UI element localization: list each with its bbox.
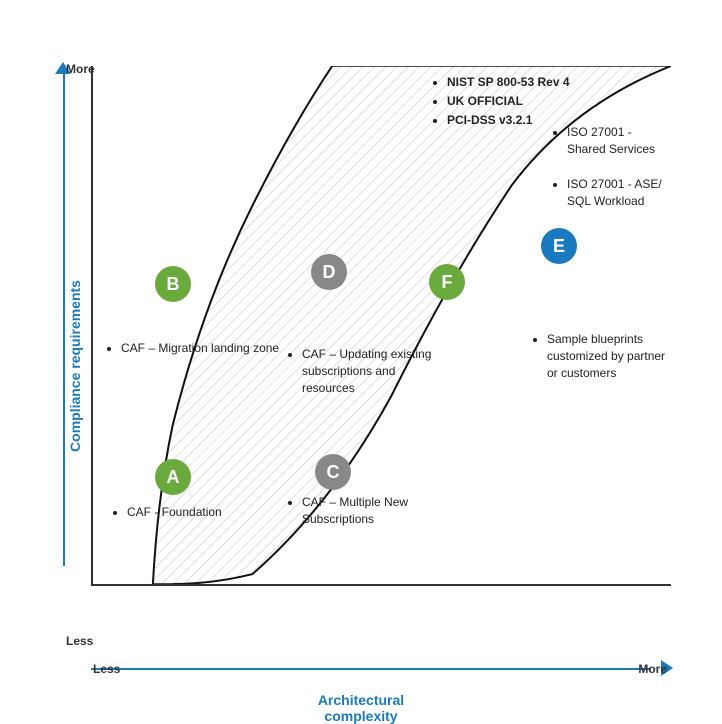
sample-blueprints-annotation: Sample blueprints customized by partner …: [533, 331, 671, 383]
iso-ase-annotation: ISO 27001 - ASE/ SQL Workload: [553, 176, 671, 212]
chart-container: Compliance requirements Architectural co…: [41, 56, 681, 676]
badge-f: F: [429, 264, 465, 300]
iso-shared-annotation: ISO 27001 - Shared Services: [553, 124, 671, 160]
caf-migration-annotation: CAF – Migration landing zone: [107, 340, 279, 359]
main-container: Compliance requirements Architectural co…: [0, 0, 722, 722]
caf-updating-annotation: CAF – Updating existing subscriptions an…: [288, 346, 448, 398]
badge-d: D: [311, 254, 347, 290]
y-axis-label: Compliance requirements: [67, 280, 83, 452]
y-axis-line: [63, 66, 65, 566]
x-axis-line: [91, 668, 651, 670]
badge-b: B: [155, 266, 191, 302]
y-less-label: Less: [66, 634, 93, 648]
caf-foundation-annotation: CAF - Foundation: [113, 504, 222, 523]
badge-a: A: [155, 459, 191, 495]
caf-multiple-annotation: CAF – Multiple New Subscriptions: [288, 494, 433, 530]
x-more-label: More: [638, 662, 667, 676]
plot-area: A B C D E F CAF - Foundat: [91, 66, 671, 586]
badge-e: E: [541, 228, 577, 264]
x-axis-label: Architectural complexity: [318, 692, 404, 724]
top-right-list-annotation: NIST SP 800-53 Rev 4 UK OFFICIAL PCI-DSS…: [433, 74, 570, 130]
badge-c: C: [315, 454, 351, 490]
x-less-label: Less: [93, 662, 120, 676]
